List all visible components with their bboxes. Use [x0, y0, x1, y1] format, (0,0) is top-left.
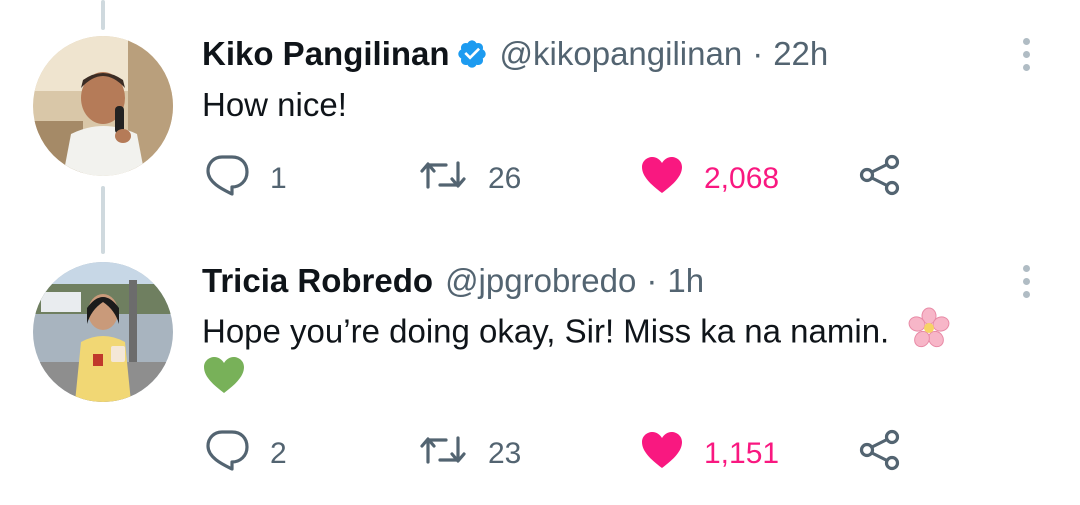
- retweet-button[interactable]: 26: [418, 154, 521, 204]
- share-icon: [858, 429, 902, 479]
- reply-icon: [204, 154, 250, 204]
- tweet-text: How nice!: [202, 86, 347, 123]
- share-button[interactable]: [858, 429, 902, 479]
- share-button[interactable]: [858, 154, 902, 204]
- heart-icon: [640, 430, 684, 478]
- avatar[interactable]: [33, 262, 173, 402]
- like-count: 2,068: [704, 162, 780, 195]
- like-button[interactable]: 1,151: [640, 429, 779, 479]
- share-icon: [858, 154, 902, 204]
- tweet-actions: 2 23 1,151: [0, 429, 1080, 479]
- separator-dot: ·: [752, 35, 764, 72]
- author-handle[interactable]: @jpgrobredo: [445, 262, 636, 300]
- more-icon[interactable]: [1016, 32, 1036, 76]
- cherry-blossom-icon: [908, 307, 950, 361]
- timestamp[interactable]: 1h: [667, 262, 704, 300]
- reply-button[interactable]: 1: [204, 154, 287, 204]
- retweet-count: 23: [488, 437, 522, 470]
- retweet-count: 26: [488, 162, 522, 195]
- reply-count: 1: [270, 162, 287, 195]
- reply-count: 2: [270, 437, 287, 470]
- retweet-icon: [418, 432, 468, 476]
- author-handle[interactable]: @kikopangilinan: [500, 35, 743, 73]
- green-heart-icon: [202, 355, 246, 407]
- tweet[interactable]: Kiko Pangilinan @kikopangilinan · 22h Ho…: [0, 0, 1080, 250]
- more-icon[interactable]: [1016, 259, 1036, 303]
- reply-button[interactable]: 2: [204, 429, 287, 479]
- author-name[interactable]: Tricia Robredo: [202, 262, 433, 300]
- tweet-header: Tricia Robredo @jpgrobredo · 1h: [202, 259, 704, 303]
- author-name[interactable]: Kiko Pangilinan: [202, 35, 450, 73]
- retweet-icon: [418, 157, 468, 201]
- separator-dot: ·: [646, 262, 658, 299]
- reply-icon: [204, 429, 250, 479]
- retweet-button[interactable]: 23: [418, 429, 521, 479]
- tweet-actions: 1 26 2,068: [0, 154, 1080, 204]
- tweet[interactable]: Tricia Robredo @jpgrobredo · 1h Hope you…: [0, 255, 1080, 505]
- like-button[interactable]: 2,068: [640, 154, 779, 204]
- timestamp[interactable]: 22h: [773, 35, 828, 73]
- like-count: 1,151: [704, 437, 780, 470]
- tweet-text: Hope you’re doing okay, Sir! Miss ka na …: [202, 312, 890, 350]
- tweet-text-container: Hope you’re doing okay, Sir! Miss ka na …: [202, 307, 950, 361]
- tweet-header: Kiko Pangilinan @kikopangilinan · 22h: [202, 32, 828, 76]
- verified-icon: [456, 38, 488, 70]
- heart-icon: [640, 155, 684, 203]
